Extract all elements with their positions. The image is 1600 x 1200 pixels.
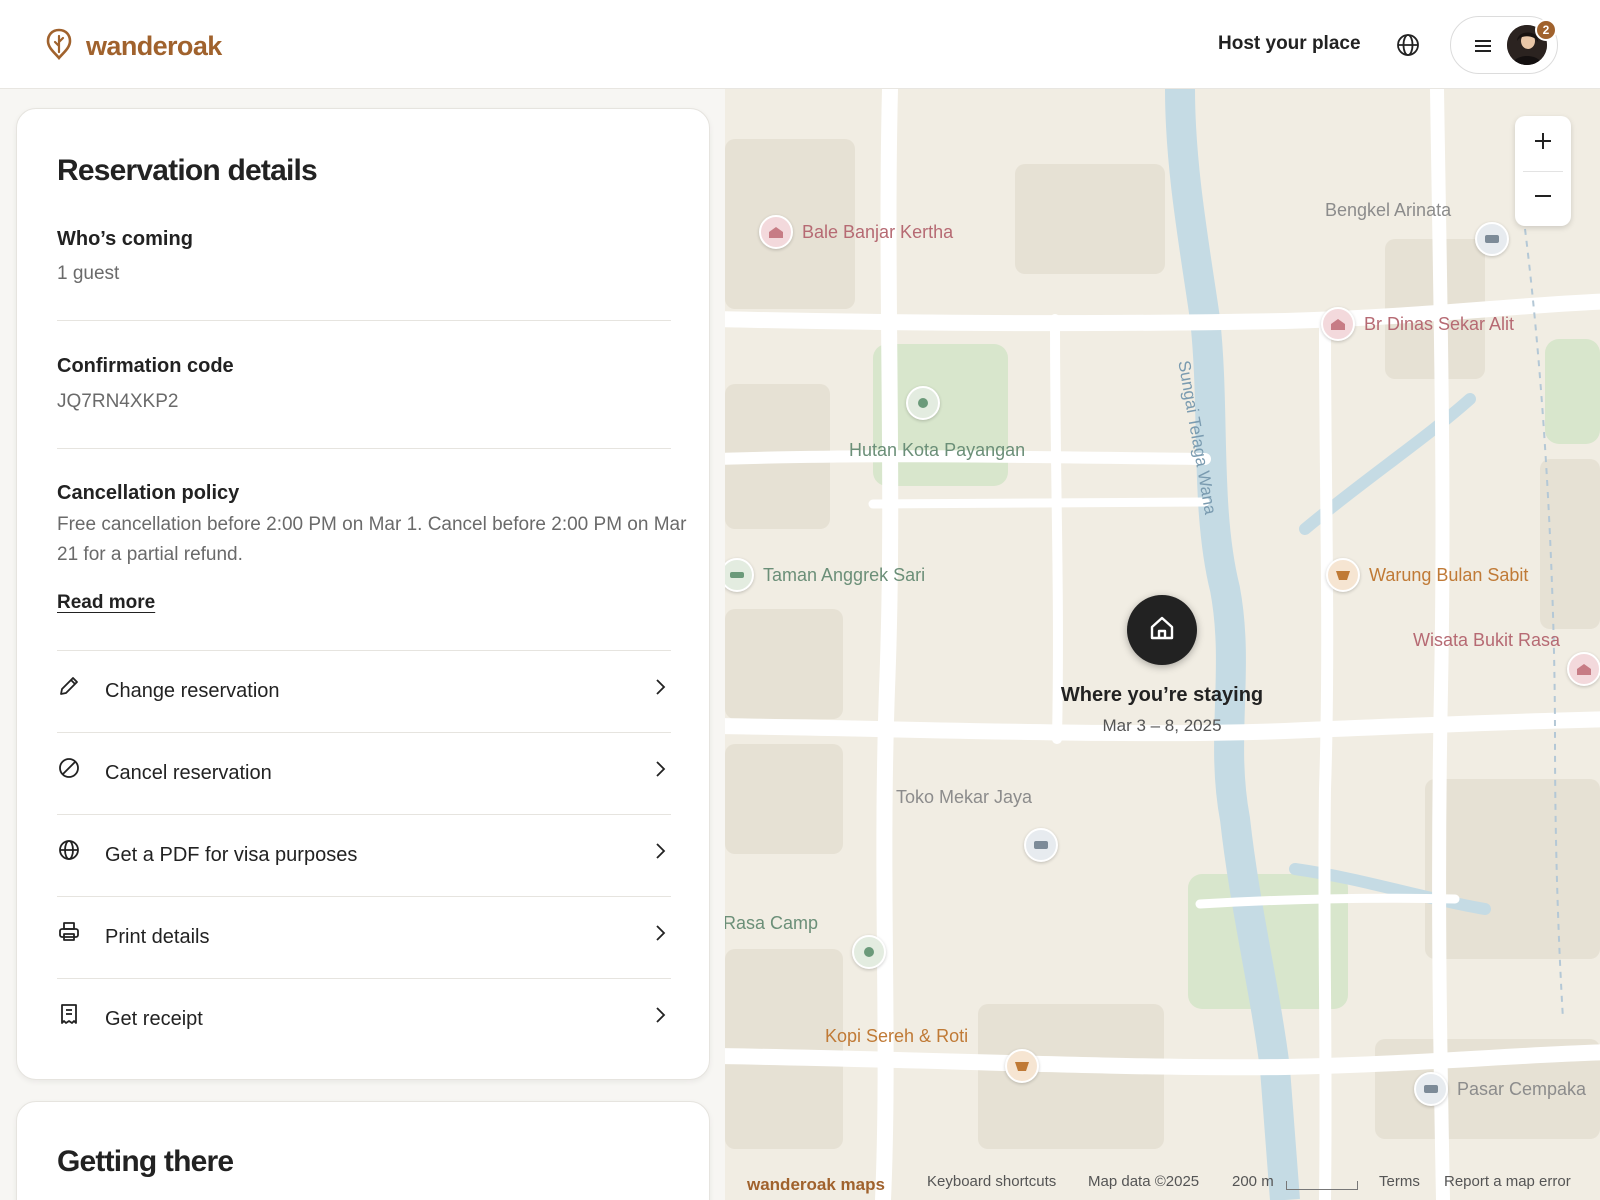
- visa-pdf-row[interactable]: Get a PDF for visa purposes: [57, 814, 671, 896]
- shop-icon[interactable]: [1024, 828, 1058, 862]
- poi-label: Warung Bulan Sabit: [1369, 564, 1529, 585]
- temple-icon: [1321, 307, 1355, 341]
- chevron-right-icon: [653, 924, 667, 942]
- zoom-in-button[interactable]: [1515, 116, 1571, 171]
- poi-label: Br Dinas Sekar Alit: [1364, 313, 1515, 334]
- minus-icon: [1533, 186, 1553, 211]
- confirmation-code-label: Confirmation code: [57, 355, 234, 377]
- brand-logo[interactable]: wanderoak: [46, 28, 222, 65]
- zoom-out-button[interactable]: [1515, 171, 1571, 226]
- guests-label: Who’s coming: [57, 228, 193, 250]
- divider: [57, 320, 671, 321]
- poi-label-kopi: Kopi Sereh & Roti: [825, 1026, 969, 1046]
- guests-value: 1 guest: [57, 263, 120, 284]
- cancel-reservation-row[interactable]: Cancel reservation: [57, 732, 671, 814]
- change-reservation-label: Change reservation: [105, 680, 280, 702]
- chevron-right-icon: [653, 842, 667, 860]
- poi-taman-anggrek[interactable]: Taman Anggrek Sari: [725, 558, 925, 592]
- chevron-right-icon: [653, 1006, 667, 1024]
- user-menu-button[interactable]: 2: [1450, 16, 1558, 74]
- get-receipt-label: Get receipt: [105, 1008, 203, 1030]
- home-icon: [1148, 614, 1176, 647]
- leaf-pin-icon: [46, 28, 72, 65]
- stay-title: Where you’re staying: [1060, 684, 1264, 706]
- map-data-text: Map data ©2025: [1088, 1173, 1200, 1190]
- brand-name: wanderoak: [86, 31, 222, 61]
- poi-label-rasa-camp: Rasa Camp: [725, 913, 819, 933]
- print-details-label: Print details: [105, 926, 210, 948]
- globe-icon: [57, 838, 81, 862]
- food-icon: [1326, 558, 1360, 592]
- poi-br-dinas[interactable]: Br Dinas Sekar Alit: [1321, 307, 1514, 341]
- campsite-icon[interactable]: [852, 935, 886, 969]
- cancel-icon: [57, 756, 81, 780]
- print-details-row[interactable]: Print details: [57, 896, 671, 978]
- reservation-details-card: Reservation details Who’s coming 1 guest…: [16, 108, 710, 1080]
- terms-link[interactable]: Terms: [1379, 1173, 1420, 1190]
- bus-stop-icon[interactable]: [1475, 222, 1509, 256]
- map-view[interactable]: Sungai Telaga Wana Bale Banjar Kertha Be…: [725, 89, 1600, 1200]
- map-brand: wanderoak maps: [747, 1175, 885, 1194]
- getting-there-title: Getting there: [57, 1145, 234, 1178]
- poi-label: Pasar Cempaka: [1457, 1078, 1587, 1099]
- confirmation-code-value: JQ7RN4XKP2: [57, 391, 179, 412]
- chevron-right-icon: [653, 760, 667, 778]
- divider: [57, 448, 671, 449]
- pencil-icon: [57, 674, 81, 698]
- poi-bale-banjar[interactable]: Bale Banjar Kertha: [759, 215, 953, 249]
- poi-pasar[interactable]: Pasar Cempaka: [1414, 1072, 1586, 1106]
- temple-icon: [759, 215, 793, 249]
- map-footer: wanderoak maps Keyboard shortcuts Map da…: [725, 1159, 1600, 1200]
- visa-pdf-label: Get a PDF for visa purposes: [105, 844, 358, 866]
- temple-icon[interactable]: [1567, 652, 1600, 686]
- language-globe-icon[interactable]: [1396, 33, 1422, 59]
- stay-dates: Mar 3 – 8, 2025: [1102, 716, 1222, 735]
- top-header: wanderoak Host your place 2: [0, 0, 1600, 89]
- keyboard-shortcuts-link[interactable]: Keyboard shortcuts: [927, 1173, 1056, 1190]
- report-map-error-link[interactable]: Report a map error: [1444, 1173, 1571, 1190]
- zoom-controls: [1515, 116, 1571, 226]
- printer-icon: [57, 920, 81, 944]
- get-receipt-row[interactable]: Get receipt: [57, 978, 671, 1060]
- plus-icon: [1533, 131, 1553, 156]
- getting-there-card: Getting there: [16, 1101, 710, 1200]
- cancel-reservation-label: Cancel reservation: [105, 762, 272, 784]
- reservation-details-title: Reservation details: [57, 154, 318, 187]
- market-icon: [1414, 1072, 1448, 1106]
- notification-badge: 2: [1535, 19, 1557, 41]
- cancellation-policy-text: Free cancellation before 2:00 PM on Mar …: [57, 514, 687, 565]
- cancellation-policy-label: Cancellation policy: [57, 482, 240, 504]
- poi-label-wisata: Wisata Bukit Rasa: [1413, 630, 1561, 650]
- poi-label-hutan: Hutan Kota Payangan: [849, 440, 1026, 460]
- park-icon[interactable]: [906, 386, 940, 420]
- host-your-place-link[interactable]: Host your place: [1218, 33, 1361, 55]
- change-reservation-row[interactable]: Change reservation: [57, 650, 671, 732]
- chevron-right-icon: [653, 678, 667, 696]
- hamburger-menu-icon: [1473, 37, 1493, 60]
- cafe-icon[interactable]: [1005, 1049, 1039, 1083]
- receipt-icon: [57, 1002, 81, 1026]
- poi-label: Bale Banjar Kertha: [802, 221, 954, 242]
- read-more-link[interactable]: Read more: [57, 592, 155, 614]
- poi-warung[interactable]: Warung Bulan Sabit: [1326, 558, 1528, 592]
- poi-label: Taman Anggrek Sari: [763, 564, 926, 585]
- poi-label-bengkel: Bengkel Arinata: [1325, 200, 1452, 220]
- scale-bar: [1286, 1181, 1358, 1190]
- poi-label-toko: Toko Mekar Jaya: [896, 787, 1033, 807]
- stay-location-pin[interactable]: [1127, 595, 1197, 665]
- garden-icon: [725, 558, 754, 592]
- scale-text: 200 m: [1232, 1173, 1274, 1190]
